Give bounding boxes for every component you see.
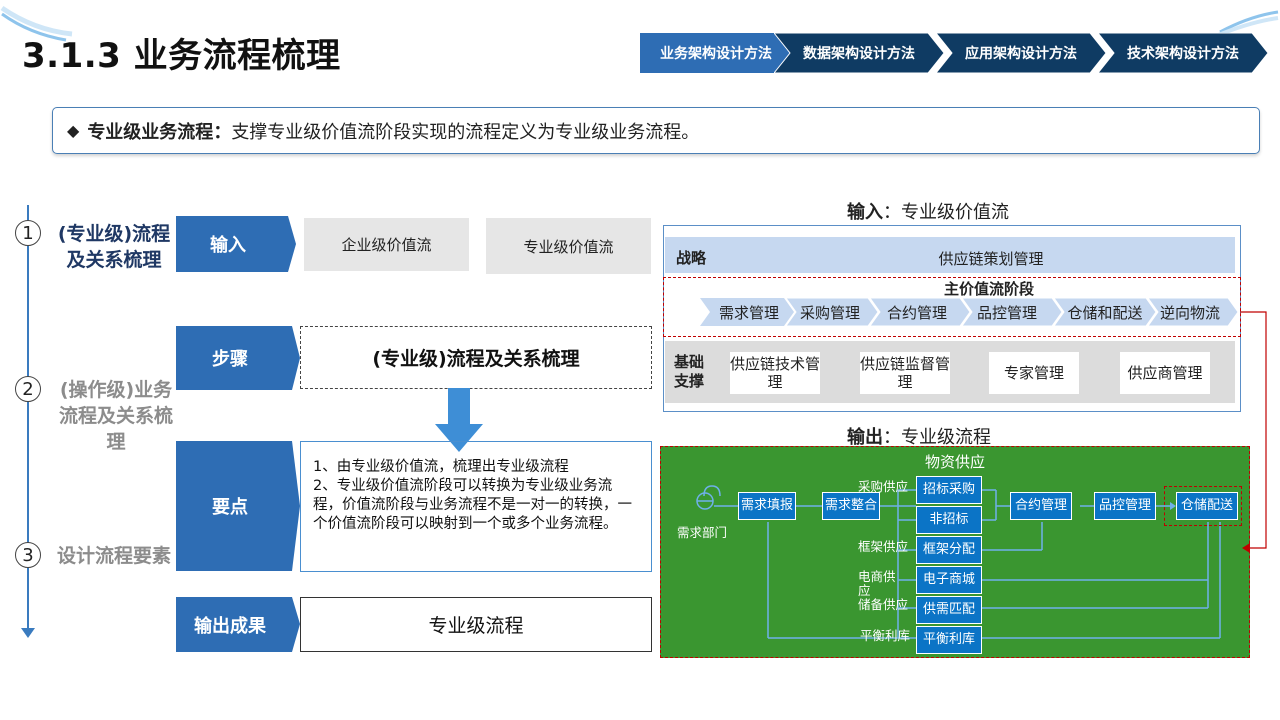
box-tender: 招标采购: [916, 476, 982, 504]
tab-key-points: 要点: [176, 441, 300, 571]
definition-separator: ：: [213, 121, 232, 143]
box-demand-merge: 需求整合: [822, 492, 880, 520]
input-professional-value-stream: 专业级价值流: [486, 218, 651, 274]
definition-box: ◆ 专业级业务流程 ： 支撑专业级价值流阶段实现的流程定义为专业级业务流程。: [52, 107, 1260, 154]
crumb-technology-architecture[interactable]: 技术架构设计方法: [1098, 33, 1268, 73]
box-demand-fill: 需求填报: [738, 492, 796, 520]
tab-steps: 步骤: [176, 326, 300, 390]
box-contract-management: 合约管理: [1010, 492, 1072, 520]
crumb-data-architecture[interactable]: 数据架构设计方法: [774, 33, 944, 73]
step-number-2: 2: [15, 376, 41, 402]
step-label-1[interactable]: (专业级)流程及关系梳理: [56, 221, 172, 273]
timeline-line: [27, 205, 29, 635]
tab-input: 输入: [176, 216, 296, 272]
support-label: 基础支撑: [674, 353, 705, 390]
box-quality-management: 品控管理: [1094, 492, 1156, 520]
step-number-1: 1: [15, 220, 41, 246]
box-balance-stock: 平衡利库: [916, 626, 982, 654]
support-expert-management: 专家管理: [989, 352, 1079, 394]
label-emall-supply: 电商供应: [858, 569, 896, 598]
strategy-item: 供应链策划管理: [938, 250, 1044, 268]
box-framework: 框架分配: [916, 536, 982, 564]
step-number-3: 3: [15, 542, 41, 568]
stage-reverse-logistics: 逆向物流: [1159, 304, 1220, 322]
start-label: 需求部门: [677, 525, 728, 540]
main-value-stream-label: 主价值流阶段: [943, 280, 1034, 298]
box-non-tender: 非招标: [916, 506, 982, 534]
output-content: 专业级流程: [300, 597, 652, 652]
input-enterprise-value-stream: 企业级价值流: [304, 218, 469, 271]
breadcrumb: 业务架构设计方法 数据架构设计方法 应用架构设计方法 技术架构设计方法: [640, 33, 1272, 73]
label-balance-stock: 平衡利库: [860, 628, 911, 643]
key-points-box: 1、由专业级价值流，梳理出专业级流程 2、专业级价值流阶段可以转换为专业级业务流…: [300, 441, 652, 572]
key-point-2: 2、专业级价值流阶段可以转换为专业级业务流程，价值流阶段与业务流程不是一对一的转…: [313, 478, 632, 532]
definition-term: 专业级业务流程: [87, 121, 214, 143]
tab-output: 输出成果: [176, 597, 300, 652]
stage-demand: 需求管理: [718, 304, 779, 322]
step-label-3[interactable]: 设计流程要素: [56, 543, 172, 569]
mapping-connector: [1240, 311, 1267, 553]
page-title: 3.1.3 业务流程梳理: [22, 36, 341, 76]
stage-contract: 合约管理: [886, 304, 947, 322]
crumb-business-architecture[interactable]: 业务架构设计方法: [640, 33, 792, 73]
box-supply-match: 供需匹配: [916, 596, 982, 624]
crumb-application-architecture[interactable]: 应用架构设计方法: [936, 33, 1106, 73]
timeline-arrow-icon: [21, 628, 35, 638]
steps-content: (专业级)流程及关系梳理: [300, 326, 652, 389]
start-node-icon: [696, 492, 714, 510]
stage-warehouse: 仓储和配送: [1067, 304, 1143, 322]
key-point-1: 1、由专业级价值流，梳理出专业级流程: [313, 459, 569, 475]
label-framework-supply: 框架供应: [858, 539, 909, 554]
diamond-bullet-icon: ◆: [67, 121, 80, 140]
label-reserve-supply: 储备供应: [858, 597, 909, 612]
definition-text: 支撑专业级价值流阶段实现的流程定义为专业级业务流程。: [231, 121, 700, 143]
box-emall: 电子商城: [916, 566, 982, 594]
box-warehouse-delivery: 仓储配送: [1176, 492, 1238, 520]
support-tech-management: 供应链技术管理: [730, 352, 820, 394]
support-supervision-management: 供应链监督管理: [860, 352, 950, 394]
stage-quality: 品控管理: [976, 304, 1037, 322]
support-supplier-management: 供应商管理: [1120, 352, 1210, 394]
value-chain-heading: 输入：专业级价值流: [847, 202, 1009, 223]
label-purchase-supply: 采购供应: [858, 479, 909, 494]
step-label-2[interactable]: (操作级)业务流程及关系梳理: [56, 377, 176, 455]
stage-purchase: 采购管理: [799, 304, 860, 322]
